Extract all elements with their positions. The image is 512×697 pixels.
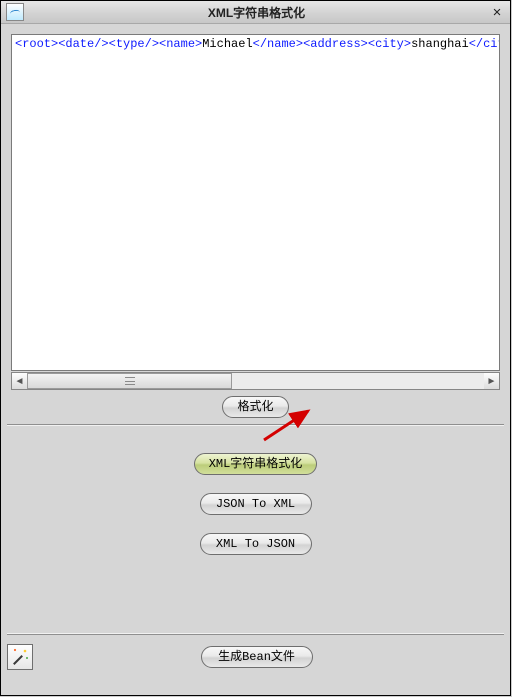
app-window: XML字符串格式化 × <root><date/><type/><name>Mi… [0,0,511,696]
scroll-right-icon[interactable]: ► [484,372,500,390]
title-bar: XML字符串格式化 × [1,1,510,24]
actions-panel: XML字符串格式化 JSON To XML XML To JSON [7,424,504,635]
close-icon[interactable]: × [489,5,505,20]
xml-textarea[interactable]: <root><date/><type/><name>Michael</name>… [11,34,500,371]
xml-format-button[interactable]: XML字符串格式化 [194,453,318,475]
gen-bean-button[interactable]: 生成Bean文件 [201,646,313,668]
xml-to-json-button[interactable]: XML To JSON [200,533,312,555]
input-panel: <root><date/><type/><name>Michael</name>… [1,24,510,424]
wand-icon[interactable] [7,644,33,670]
window-title: XML字符串格式化 [24,4,489,21]
horizontal-scrollbar[interactable]: ◄ ► [11,372,500,390]
scroll-track[interactable] [27,372,484,390]
scroll-left-icon[interactable]: ◄ [11,372,27,390]
scroll-thumb[interactable] [27,373,232,389]
xml-content: <root><date/><type/><name>Michael</name>… [12,35,499,53]
json-to-xml-button[interactable]: JSON To XML [200,493,312,515]
format-button[interactable]: 格式化 [222,396,288,418]
bottom-panel: 生成Bean文件 [1,635,510,679]
format-row: 格式化 [11,390,500,424]
app-icon [6,3,24,21]
